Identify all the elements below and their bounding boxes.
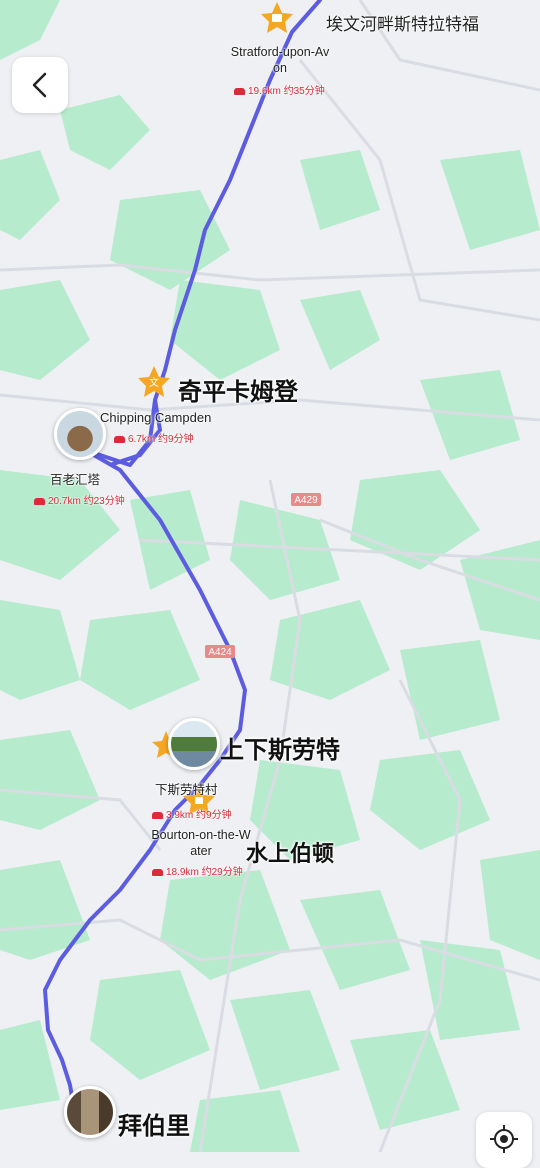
stratford-label-en: Stratford-upon-Av on — [230, 45, 330, 75]
chipping-label-cn: 奇平卡姆登 — [178, 379, 298, 406]
chipping-distance: 6.7km 约9分钟 — [114, 430, 194, 445]
bibury-label-cn: 拜伯里 — [118, 1113, 190, 1140]
bourton-distance: 18.9km 约29分钟 — [152, 863, 243, 878]
slaughters-label-cn: 上下斯劳特 — [220, 737, 340, 764]
back-button[interactable] — [12, 57, 68, 113]
svg-text:A424: A424 — [208, 647, 232, 658]
stratford-distance: 19.6km 约35分钟 — [234, 82, 325, 97]
car-icon — [114, 435, 125, 443]
broadway-tower-photo[interactable] — [54, 408, 106, 460]
map-canvas[interactable]: A429 A424 文 — [0, 0, 540, 1152]
broadway-label-cn: 百老汇塔 — [50, 473, 101, 487]
road-tag-a429: A429 — [291, 493, 321, 506]
locate-button[interactable] — [476, 1112, 532, 1168]
chevron-left-icon — [32, 72, 47, 98]
broadway-distance: 20.7km 约23分钟 — [34, 492, 125, 507]
stratford-label-cn: 埃文河畔斯特拉特福 — [326, 15, 479, 34]
lower-slaughter-label: 下斯劳特村 — [155, 783, 218, 797]
bibury-photo[interactable] — [64, 1086, 116, 1138]
svg-text:文: 文 — [149, 376, 159, 389]
road-tag-a424: A424 — [205, 645, 235, 658]
slaughters-photo[interactable] — [168, 718, 220, 770]
car-icon — [152, 868, 163, 876]
car-icon — [34, 497, 45, 505]
car-icon — [234, 87, 245, 95]
svg-text:A429: A429 — [294, 495, 318, 506]
chipping-label-en: Chipping Campden — [100, 410, 212, 425]
lower-slaughter-distance: 3.9km 约9分钟 — [152, 806, 232, 821]
bourton-label-cn: 水上伯顿 — [246, 841, 335, 866]
locate-icon — [490, 1125, 518, 1153]
car-icon — [152, 811, 163, 819]
